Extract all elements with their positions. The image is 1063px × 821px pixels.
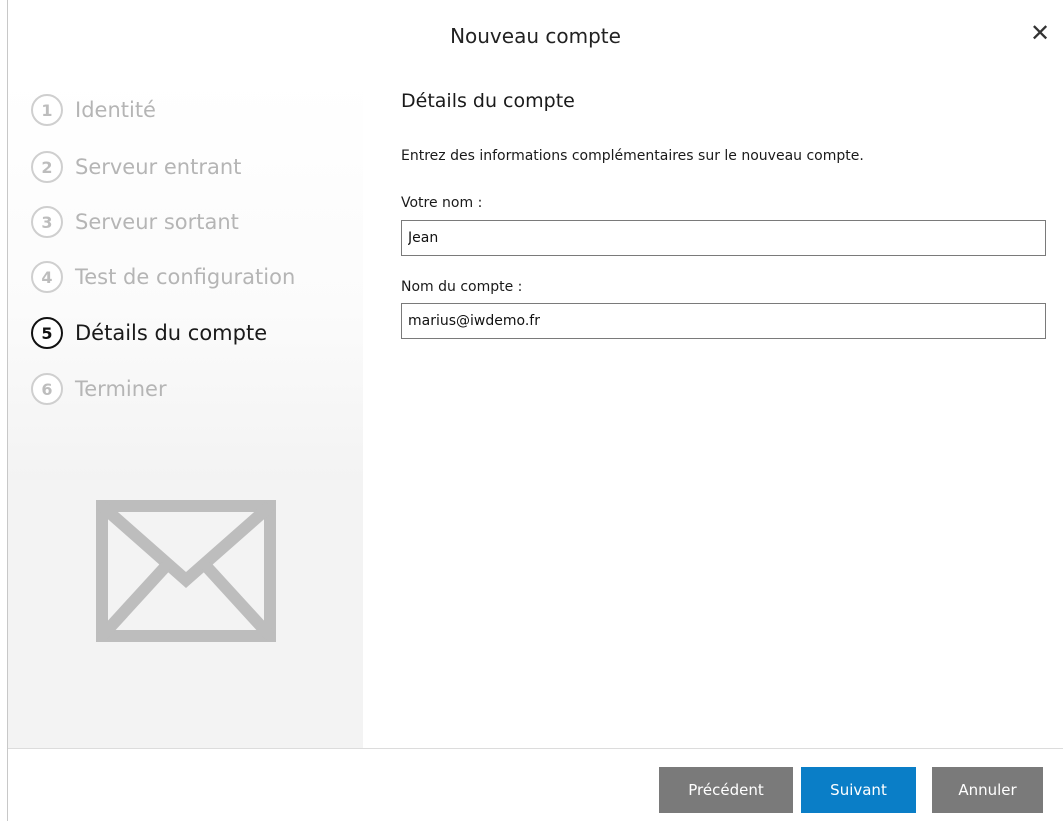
your-name-input[interactable] [401,220,1046,256]
step-label: Serveur sortant [75,210,239,234]
step-serveur-sortant: 3 Serveur sortant [31,202,239,242]
footer-divider [8,748,1063,749]
account-name-input[interactable] [401,303,1046,339]
step-terminer: 6 Terminer [31,369,167,409]
your-name-label: Votre nom : [401,195,483,211]
section-title: Détails du compte [401,90,575,112]
step-number: 6 [31,373,63,405]
step-number: 1 [31,94,63,126]
step-number: 2 [31,151,63,183]
intro-text: Entrez des informations complémentaires … [401,148,864,164]
close-icon[interactable]: ✕ [1027,20,1053,46]
account-name-label: Nom du compte : [401,279,523,295]
step-label: Terminer [75,377,167,401]
cancel-button[interactable]: Annuler [932,767,1043,813]
wizard-sidebar: 1 Identité 2 Serveur entrant 3 Serveur s… [8,76,363,748]
step-test-configuration: 4 Test de configuration [31,257,295,297]
next-button[interactable]: Suivant [801,767,916,813]
step-number: 5 [31,317,63,349]
step-identite: 1 Identité [31,90,156,130]
step-number: 4 [31,261,63,293]
step-label: Serveur entrant [75,155,242,179]
previous-button[interactable]: Précédent [659,767,793,813]
step-details-compte: 5 Détails du compte [31,313,267,353]
new-account-dialog: Nouveau compte ✕ 1 Identité 2 Serveur en… [7,0,1063,821]
step-label: Identité [75,98,156,122]
step-number: 3 [31,206,63,238]
step-label: Détails du compte [75,321,268,345]
step-label: Test de configuration [75,265,296,289]
step-serveur-entrant: 2 Serveur entrant [31,147,241,187]
dialog-title: Nouveau compte [450,24,621,48]
envelope-icon [96,500,276,642]
